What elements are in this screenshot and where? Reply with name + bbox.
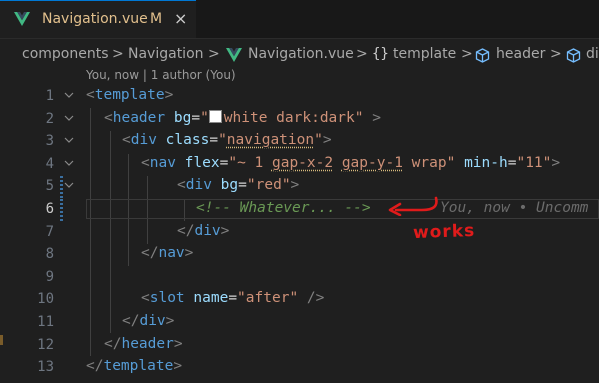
modified-badge: M — [150, 11, 163, 27]
breadcrumb-item-file[interactable]: Navigation.vue — [248, 46, 354, 62]
breadcrumb-item-header[interactable]: header — [496, 46, 545, 62]
breadcrumb-separator: > — [112, 46, 124, 62]
cube-icon — [566, 48, 581, 63]
line-number: 11 — [37, 314, 54, 330]
color-swatch[interactable] — [208, 109, 222, 123]
breadcrumb-item-components[interactable]: components — [22, 46, 109, 62]
breadcrumb-item-navigation[interactable]: Navigation — [128, 46, 204, 62]
breadcrumb-separator: > — [550, 46, 562, 62]
line-number: 6 — [45, 201, 54, 217]
line-number: 4 — [45, 155, 54, 172]
inline-blame: You, now • Uncomm — [440, 200, 589, 216]
code-line[interactable]: 8 </nav> — [0, 244, 599, 267]
chevron-down-icon[interactable] — [64, 180, 74, 190]
line-number: 5 — [45, 178, 54, 195]
git-change-indicator[interactable] — [60, 199, 63, 221]
code-line[interactable]: 1 <template> — [0, 86, 599, 109]
breadcrumb-separator: > — [461, 46, 473, 62]
breadcrumb: components > Navigation > Navigation.vue… — [0, 42, 599, 66]
line-number: 7 — [45, 223, 54, 240]
code-editor[interactable]: 1 <template> 2 <header bg=" white dark:da… — [0, 86, 599, 383]
code-line[interactable]: 11 </div> — [0, 312, 599, 335]
line-number: 12 — [37, 336, 54, 353]
code-line[interactable]: 2 <header bg=" white dark:dark" > — [0, 109, 599, 132]
tab-bar: Navigation.vue M × — [0, 0, 599, 39]
breadcrumb-separator: > — [208, 46, 220, 62]
line-number: 13 — [37, 359, 54, 376]
code-line[interactable]: 5 <div bg="red"> — [0, 176, 599, 199]
code-line[interactable]: 10 <slot name="after" /> — [0, 289, 599, 312]
chevron-down-icon[interactable] — [64, 113, 74, 123]
vue-icon — [226, 48, 242, 62]
chevron-down-icon[interactable] — [64, 90, 74, 100]
code-line[interactable]: 12 </header> — [0, 335, 599, 358]
code-line[interactable]: 3 <div class="navigation"> — [0, 131, 599, 154]
codelens-blame[interactable]: You, now | 1 author (You) — [86, 68, 236, 82]
git-change-indicator[interactable] — [60, 176, 63, 199]
code-line[interactable]: 9 — [0, 267, 599, 290]
handwritten-annotation: works — [412, 220, 476, 244]
code-line-current[interactable]: 6 <!-- Whatever... --> You, now • Uncomm — [0, 199, 599, 222]
line-number: 9 — [45, 268, 54, 285]
breadcrumb-item-template[interactable]: template — [393, 46, 456, 62]
vue-icon — [14, 12, 30, 26]
line-number: 2 — [45, 110, 54, 127]
line-number: 1 — [45, 88, 54, 104]
line-number: 10 — [37, 291, 54, 308]
breadcrumb-item-div[interactable]: di — [586, 46, 599, 62]
cube-icon — [475, 48, 490, 63]
close-icon[interactable]: × — [174, 9, 187, 28]
chevron-down-icon[interactable] — [64, 158, 74, 168]
line-number: 3 — [45, 133, 54, 150]
braces-icon: {} — [372, 46, 389, 62]
tab-label: Navigation.vue — [42, 11, 148, 27]
code-comment: <!-- Whatever... --> — [196, 200, 371, 216]
line-number: 8 — [45, 246, 54, 263]
breadcrumb-separator: > — [356, 46, 368, 62]
code-line[interactable]: 4 <nav flex="~ 1 gap-x-2 gap-y-1 wrap" m… — [0, 154, 599, 177]
code-line[interactable]: 13 </template> — [0, 357, 599, 380]
code-line[interactable]: 7 </div> — [0, 222, 599, 245]
arrow-annotation-icon — [388, 196, 438, 216]
tab-navigation-vue[interactable]: Navigation.vue M × — [0, 0, 196, 38]
chevron-down-icon[interactable] — [64, 135, 74, 145]
